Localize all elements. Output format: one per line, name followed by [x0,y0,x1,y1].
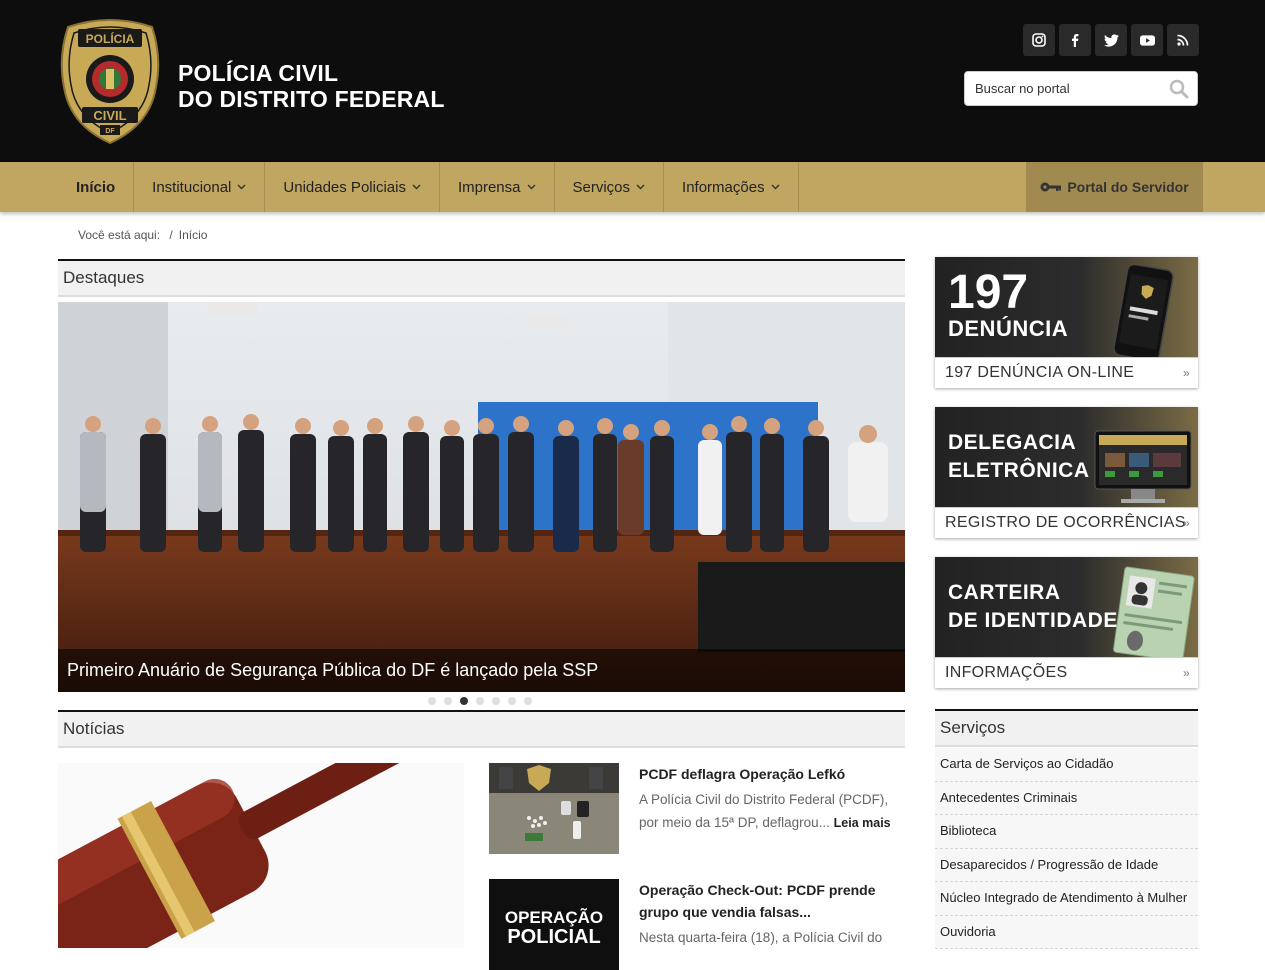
banner-link-label: INFORMAÇÕES [945,664,1068,681]
twitter-icon[interactable] [1095,24,1127,56]
site-title-line2: DO DISTRITO FEDERAL [178,86,445,112]
slider-dot-active[interactable] [460,697,468,705]
nav-label: Informações [682,178,765,196]
highlights-slider[interactable]: Primeiro Anuário de Segurança Pública do… [58,302,905,692]
main-nav: Início Institucional Unidades Policiais … [0,162,1265,212]
nav-label: Serviços [572,178,631,196]
nav-label: Início [76,178,116,196]
slider-dot[interactable] [476,697,484,705]
badge-text-mid: CIVIL [93,108,126,123]
banner-link[interactable]: INFORMAÇÕES » [935,657,1198,688]
banner-big-number: 197 [948,266,1029,319]
rss-icon[interactable] [1167,24,1199,56]
news-featured-image[interactable] [58,763,464,948]
search-box [964,71,1198,106]
site-title-line1: POLÍCIA CIVIL [178,60,339,86]
slider-dot[interactable] [508,697,516,705]
banner-carteira-identidade[interactable]: CARTEIRA DE IDENTIDADE INFORMAÇÕES » [935,557,1198,688]
banner-link[interactable]: 197 DENÚNCIA ON-LINE » [935,357,1198,388]
nav-label: Institucional [152,178,232,196]
services-list-item[interactable]: Carta de Serviços ao Cidadão [935,748,1198,782]
chevron-down-icon [412,184,421,190]
banner-link-label: REGISTRO DE OCORRÊNCIAS [945,514,1186,531]
slide-caption[interactable]: Primeiro Anuário de Segurança Pública do… [58,649,905,692]
social-links [1023,24,1199,56]
instagram-icon[interactable] [1023,24,1055,56]
breadcrumb-prefix: Você está aqui: [78,228,161,242]
banner-link[interactable]: REGISTRO DE OCORRÊNCIAS» [935,507,1198,538]
news-excerpt: Nesta quarta-feira (18), a Polícia Civil… [639,930,883,945]
chevron-down-icon [237,184,246,190]
site-header: POLÍCIA CIVIL DF POLÍCIA CIVIL DO DISTRI… [0,0,1265,162]
breadcrumb: Você está aqui: / Início [78,228,213,242]
chevron-down-icon [636,184,645,190]
portal-label: Portal do Servidor [1067,179,1189,195]
banner-big-text: DELEGACIA [948,431,1077,454]
nav-item-unidades-policiais[interactable]: Unidades Policiais [265,162,440,212]
id-card-icon [1113,566,1195,661]
key-icon [1040,182,1062,192]
services-list-item[interactable]: Antecedentes Criminais [935,781,1198,815]
gavel-image [58,763,464,948]
news-text: Operação Check-Out: PCDF prende grupo qu… [639,879,905,949]
site-title[interactable]: POLÍCIA CIVIL DO DISTRITO FEDERAL [178,60,445,112]
nav-menu: Início Institucional Unidades Policiais … [58,162,799,212]
slider-dots [428,697,532,705]
chevron-down-icon [527,184,535,190]
facebook-icon[interactable] [1059,24,1091,56]
thumb-text-line2: POLICIAL [507,926,600,948]
slider-dot[interactable] [428,697,436,705]
badge-text-top: POLÍCIA [86,31,135,46]
news-text: PCDF deflagra Operação Lefkó A Polícia C… [639,763,905,835]
nav-item-imprensa[interactable]: Imprensa [440,162,555,212]
badge-text-bottom: DF [105,128,115,135]
news-title[interactable]: PCDF deflagra Operação Lefkó [639,763,905,785]
portal-do-servidor-button[interactable]: Portal do Servidor [1026,162,1203,212]
phone-icon [1113,265,1174,362]
news-thumbnail[interactable]: OPERAÇÃO POLICIAL [489,879,619,970]
services-list: Carta de Serviços ao Cidadão Antecedente… [935,748,1198,949]
slider-dot[interactable] [492,697,500,705]
banner-delegacia-eletronica[interactable]: DELEGACIA ELETRÔNICA REGISTRO DE OCORRÊN… [935,407,1198,538]
nav-item-servicos[interactable]: Serviços [555,162,665,212]
pcdf-badge-logo[interactable]: POLÍCIA CIVIL DF [60,17,160,145]
banner-197-denuncia[interactable]: 197 DENÚNCIA 197 DENÚNCIA ON-LINE » [935,257,1198,388]
search-icon[interactable] [1169,79,1189,104]
services-list-item[interactable]: Biblioteca [935,815,1198,849]
chevron-right-icon: » [1183,666,1190,680]
banner-big-text: DE IDENTIDADE [948,609,1118,632]
news-title[interactable]: Operação Check-Out: PCDF prende grupo qu… [639,879,905,923]
services-list-item[interactable]: Ouvidoria [935,915,1198,949]
slider-dot[interactable] [524,697,532,705]
nav-label: Imprensa [457,178,521,196]
nav-item-informacoes[interactable]: Informações [664,162,799,212]
chevron-down-icon [771,184,780,190]
news-heading: Notícias [58,710,905,748]
banner-big-text: ELETRÔNICA [948,459,1090,482]
nav-item-inicio[interactable]: Início [58,162,135,212]
computer-monitor-icon [1094,430,1192,503]
services-list-item[interactable]: Núcleo Integrado de Atendimento à Mulher [935,882,1198,916]
banner-big-text: DENÚNCIA [948,316,1069,341]
youtube-icon[interactable] [1131,24,1163,56]
search-input[interactable] [965,72,1165,105]
services-list-item[interactable]: Desaparecidos / Progressão de Idade [935,848,1198,882]
highlights-heading: Destaques [58,259,905,297]
slider-dot[interactable] [444,697,452,705]
slide-image[interactable] [58,302,905,692]
breadcrumb-current[interactable]: Início [179,228,208,242]
nav-label: Unidades Policiais [283,178,406,196]
news-excerpt: A Polícia Civil do Distrito Federal (PCD… [639,788,905,835]
banner-link-label: 197 DENÚNCIA ON-LINE [945,364,1135,381]
breadcrumb-separator: / [169,228,173,242]
read-more-link[interactable]: Leia mais [834,816,891,830]
nav-item-institucional[interactable]: Institucional [134,162,266,212]
banner-big-text: CARTEIRA [948,581,1061,604]
chevron-right-icon: » [1183,516,1190,530]
chevron-right-icon: » [1183,366,1190,380]
news-thumbnail[interactable] [489,763,619,854]
services-heading: Serviços [935,709,1198,747]
thumb-text-line1: OPERAÇÃO [505,907,603,927]
